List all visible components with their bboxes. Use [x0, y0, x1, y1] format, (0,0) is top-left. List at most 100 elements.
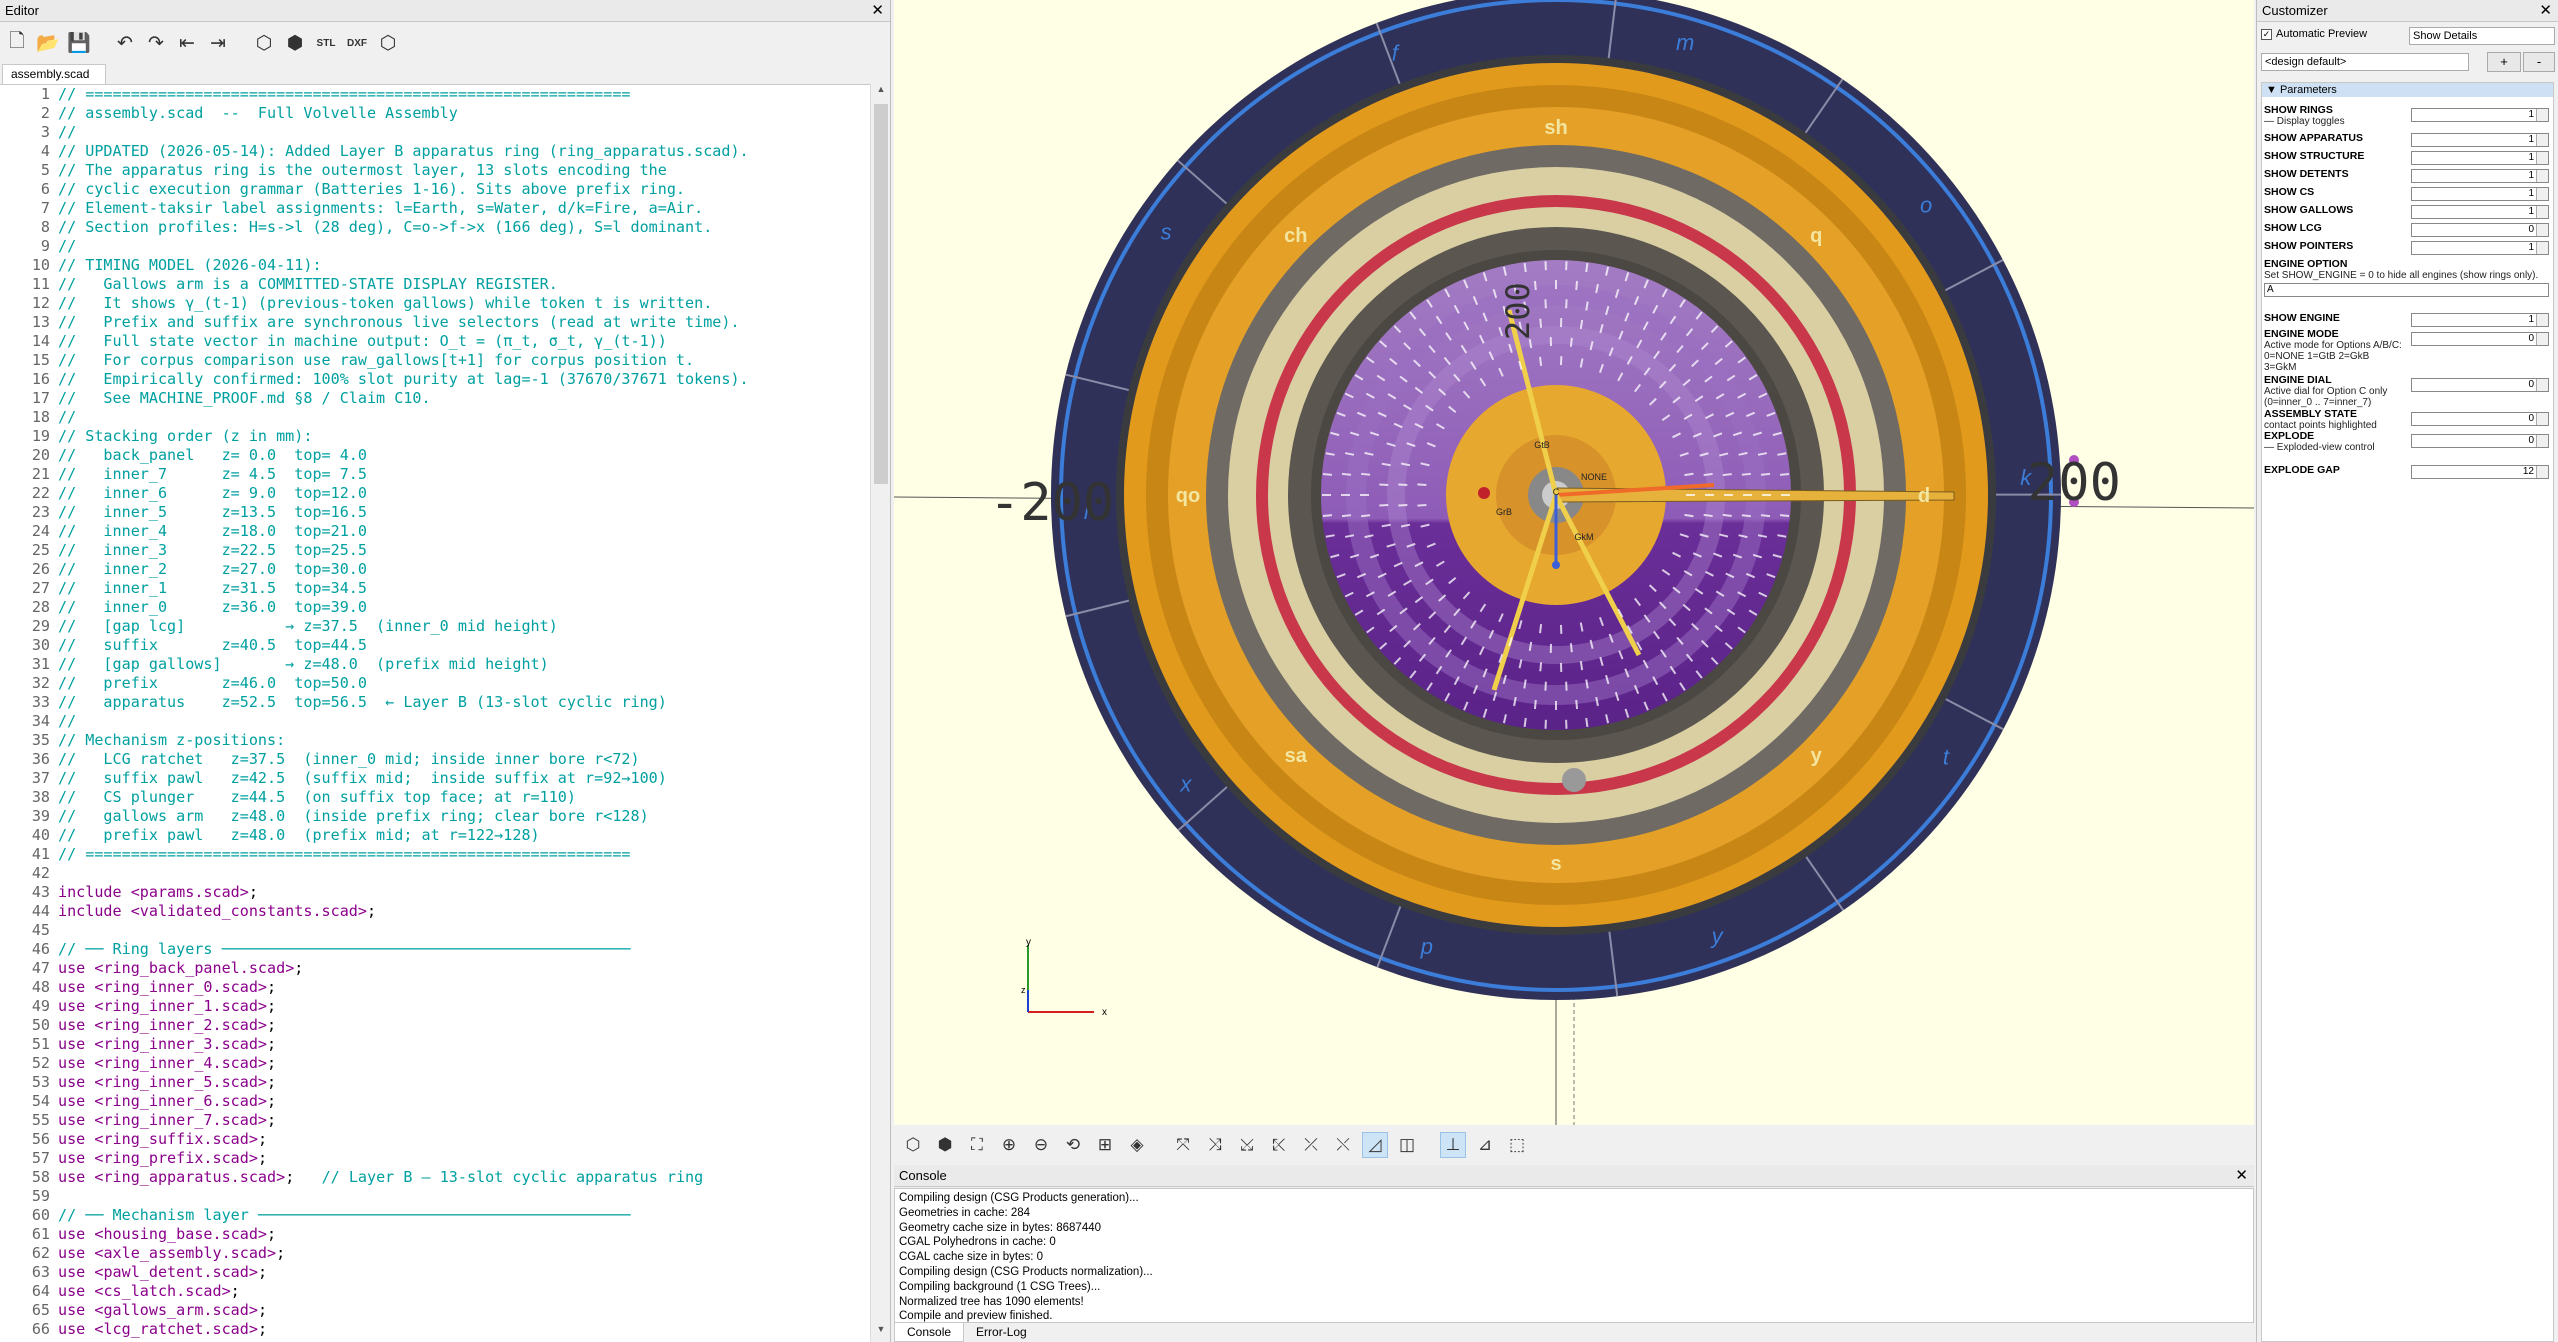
axes-icon[interactable]: ⊥	[1440, 1132, 1466, 1158]
tick-mark	[1361, 472, 1371, 476]
console-tabs: Console Error-Log	[894, 1323, 1039, 1342]
preview-icon[interactable]: ⬡	[251, 30, 277, 56]
scroll-down-icon[interactable]: ▼	[871, 1324, 891, 1342]
editor-scrollbar[interactable]: ▲ ▼	[870, 84, 890, 1342]
show-details-select[interactable]: Show Details	[2409, 27, 2555, 45]
parameter-value-input[interactable]: 1	[2411, 241, 2549, 255]
scrollbar-thumb[interactable]	[874, 104, 888, 484]
code-editor[interactable]: 1 2 3 4 5 6 7 8 9 10 11 12 13 14 15 16 17 18 19 20 21 22 23 24 2…	[0, 84, 870, 1342]
code-line: // assembly.scad -- Full Volvelle Assemb…	[58, 104, 458, 122]
save-icon[interactable]: 💾	[66, 30, 92, 56]
preset-select[interactable]: <design default>	[2261, 53, 2469, 71]
show-edges-icon[interactable]: ◈	[1124, 1132, 1150, 1158]
scroll-up-icon[interactable]: ▲	[871, 84, 891, 102]
parameters-header[interactable]: ▼ Parameters	[2262, 83, 2553, 97]
parameter-name: SHOW RINGS	[2264, 104, 2333, 116]
remove-preset-button[interactable]: -	[2523, 52, 2555, 72]
engine-label: NONE	[1581, 472, 1607, 482]
console-line: Geometries in cache: 284	[899, 1206, 1031, 1219]
redo-icon[interactable]: ↷	[143, 30, 169, 56]
perspective-icon[interactable]: ◿	[1362, 1132, 1388, 1158]
view-top-icon[interactable]: ⤨	[1202, 1132, 1228, 1158]
auto-preview-checkbox[interactable]: ✓	[2261, 28, 2272, 40]
view-all-icon[interactable]: ⛶	[964, 1132, 990, 1158]
code-line: use <ring_inner_3.scad>;	[58, 1035, 277, 1053]
parameter-value-input[interactable]: 1	[2411, 151, 2549, 165]
orthogonal-icon[interactable]: ◫	[1394, 1132, 1420, 1158]
engine-label: GkM	[1575, 532, 1594, 542]
tick-mark	[1684, 513, 1694, 518]
parameter-value-input[interactable]: 1	[2411, 205, 2549, 219]
open-icon[interactable]: 📂	[35, 30, 61, 56]
view-back-icon[interactable]: ⤬	[1330, 1132, 1356, 1158]
parameter-name: SHOW STRUCTURE	[2264, 150, 2365, 162]
tab-assembly-scad[interactable]: assembly.scad	[2, 64, 107, 84]
parameter-row: SHOW DETENTS 1	[2264, 169, 2549, 183]
view-right-icon[interactable]: ⤧	[1170, 1132, 1196, 1158]
close-icon[interactable]: ✕	[2539, 0, 2552, 22]
unindent-icon[interactable]: ⇤	[174, 30, 200, 56]
zoom-in-icon[interactable]: ⊕	[996, 1132, 1022, 1158]
parameter-value-input[interactable]: 0	[2411, 223, 2549, 237]
tick-mark	[1703, 513, 1713, 518]
code-lines[interactable]: // =====================================…	[58, 85, 870, 1339]
export-dxf-icon[interactable]: DXF	[344, 30, 370, 56]
parameter-name: SHOW POINTERS	[2264, 240, 2354, 252]
render-icon[interactable]: ⬢	[932, 1132, 958, 1158]
render-icon[interactable]: ⬢	[282, 30, 308, 56]
view-bottom-icon[interactable]: ⤩	[1234, 1132, 1260, 1158]
indent-icon[interactable]: ⇥	[205, 30, 231, 56]
line-number: 60	[31, 1206, 50, 1224]
parameter-value-input[interactable]: 0	[2411, 412, 2549, 426]
render-canvas[interactable]: f moktypxls chshqdyssaqo NONEGtBGkMGrBC -…	[894, 0, 2254, 1125]
close-icon[interactable]: ✕	[2235, 1165, 2248, 1187]
preview-icon[interactable]: ⬡	[900, 1132, 926, 1158]
code-line: // cyclic execution grammar (Batteries 1…	[58, 180, 686, 198]
edges-icon[interactable]: ⬚	[1504, 1132, 1530, 1158]
toolbar-separator	[1156, 1132, 1164, 1158]
tick-mark	[1569, 643, 1573, 653]
parameter-value-input[interactable]: 1	[2411, 313, 2549, 327]
axis-label-neg-x: -200	[989, 473, 1114, 533]
code-line: // The apparatus ring is the outermost l…	[58, 161, 667, 179]
code-line: use <housing_base.scad>;	[58, 1225, 277, 1243]
view-toolbar: ⬡ ⬢ ⛶ ⊕ ⊖ ⟲ ⊞ ◈ ⤧ ⤨ ⤩ ⤪ ⤫ ⤬ ◿ ◫ ⊥ ⊿ ⬚	[894, 1125, 2254, 1165]
parameter-value-input[interactable]: 0	[2411, 434, 2549, 448]
parameter-value-input[interactable]: A	[2264, 283, 2549, 297]
parameter-value-input[interactable]: 1	[2411, 108, 2549, 122]
view-front-icon[interactable]: ⤫	[1298, 1132, 1324, 1158]
scale-markers-icon[interactable]: ⊿	[1472, 1132, 1498, 1158]
code-line: // apparatus z=52.5 top=56.5 ← Layer B (…	[58, 693, 667, 711]
3d-viewport[interactable]: fmoktypxls ch sh q d y s sa qo NONE GtB GkM GrB C -…	[894, 0, 2254, 1125]
zoom-out-icon[interactable]: ⊖	[1028, 1132, 1054, 1158]
tab-error-log[interactable]: Error-Log	[964, 1323, 1039, 1342]
new-icon[interactable]: 🗋	[4, 30, 30, 56]
code-line: // inner_1 z=31.5 top=34.5	[58, 579, 367, 597]
undo-icon[interactable]: ↶	[112, 30, 138, 56]
tick-mark	[1322, 473, 1332, 476]
parameter-value-input[interactable]: 12	[2411, 465, 2549, 479]
add-preset-button[interactable]: +	[2487, 52, 2521, 72]
show-axes-icon[interactable]: ⊞	[1092, 1132, 1118, 1158]
export-stl-icon[interactable]: STL	[313, 30, 339, 56]
view-3d-icon[interactable]: ⬡	[375, 30, 401, 56]
reset-view-icon[interactable]: ⟲	[1060, 1132, 1086, 1158]
parameter-value-input[interactable]: 1	[2411, 133, 2549, 147]
line-number: 26	[31, 560, 50, 578]
parameter-value-input[interactable]: 0	[2411, 378, 2549, 392]
tick-mark	[1417, 503, 1427, 507]
apparatus-slot-label: s	[1161, 220, 1172, 245]
close-icon[interactable]: ✕	[871, 0, 884, 22]
view-left-icon[interactable]: ⤪	[1266, 1132, 1292, 1158]
tab-console[interactable]: Console	[894, 1323, 965, 1342]
console-output[interactable]: Compiling design (CSG Products generatio…	[894, 1188, 2254, 1323]
console-line: Compiling background (1 CSG Trees)...	[899, 1280, 1101, 1293]
parameter-value-input[interactable]: 1	[2411, 187, 2549, 201]
line-number: 6	[40, 180, 50, 198]
line-number: 63	[31, 1263, 50, 1281]
parameter-value-input[interactable]: 0	[2411, 332, 2549, 346]
code-line: // CS plunger z=44.5 (on suffix top face…	[58, 788, 576, 806]
parameter-value-input[interactable]: 1	[2411, 169, 2549, 183]
line-number: 62	[31, 1244, 50, 1262]
